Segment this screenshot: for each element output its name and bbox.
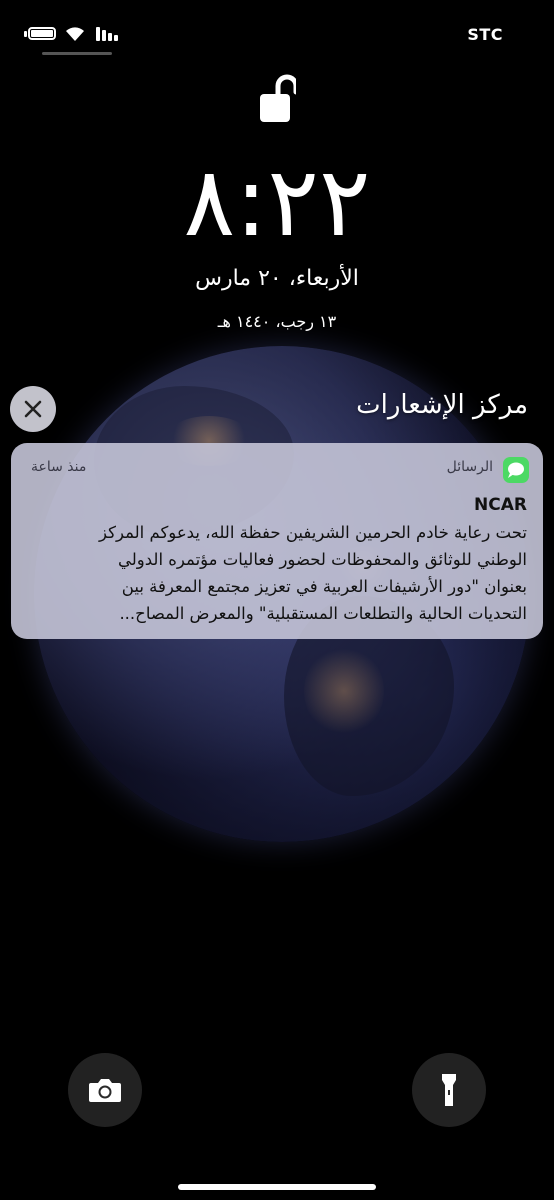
camera-button[interactable] (68, 1053, 142, 1127)
message-notification[interactable]: الرسائل منذ ساعة NCAR تحت رعاية خادم الح… (11, 443, 543, 639)
unlocked-padlock-icon (260, 74, 296, 122)
camera-icon (89, 1079, 121, 1102)
lock-screen-date: الأربعاء، ٢٠ مارس (195, 266, 359, 291)
flashlight-button[interactable] (412, 1053, 486, 1127)
notification-sender: NCAR (474, 495, 527, 515)
notification-time: منذ ساعة (31, 459, 87, 475)
battery-icon (28, 27, 56, 40)
notification-body-line: بعنوان "دور الأرشيفات العربية في تعزيز م… (121, 577, 527, 596)
carrier-label: STC (467, 25, 503, 44)
notification-body-line: تحت رعاية خادم الحرمين الشريفين حفظة الل… (99, 523, 527, 542)
messages-icon (503, 457, 529, 483)
clear-notifications-button[interactable] (10, 386, 56, 432)
notch-indicator (42, 52, 112, 55)
notification-app-name: الرسائل (446, 459, 493, 475)
notification-body-line: التحديات الحالية والتطلعات المستقبلية" و… (119, 604, 527, 623)
flashlight-icon (442, 1074, 456, 1106)
cellular-signal-icon (96, 27, 120, 41)
wifi-icon (66, 27, 84, 41)
notification-body: تحت رعاية خادم الحرمين الشريفين حفظة الل… (25, 519, 527, 631)
lock-screen-hijri-date: ١٣ رجب، ١٤٤٠ هـ (217, 312, 337, 331)
home-indicator[interactable] (178, 1184, 376, 1190)
notification-body-line: الوطني للوثائق والمحفوظات لحضور فعاليات … (118, 550, 527, 569)
status-bar: STC (0, 0, 554, 60)
notification-center-title: مركز الإشعارات (356, 390, 528, 420)
close-icon (24, 400, 42, 418)
lock-screen: STC ٨:٢٢ الأربعاء، ٢٠ مارس ١٣ رجب، ١٤٤٠ … (0, 0, 554, 1200)
lock-screen-time: ٨:٢٢ (183, 146, 371, 258)
